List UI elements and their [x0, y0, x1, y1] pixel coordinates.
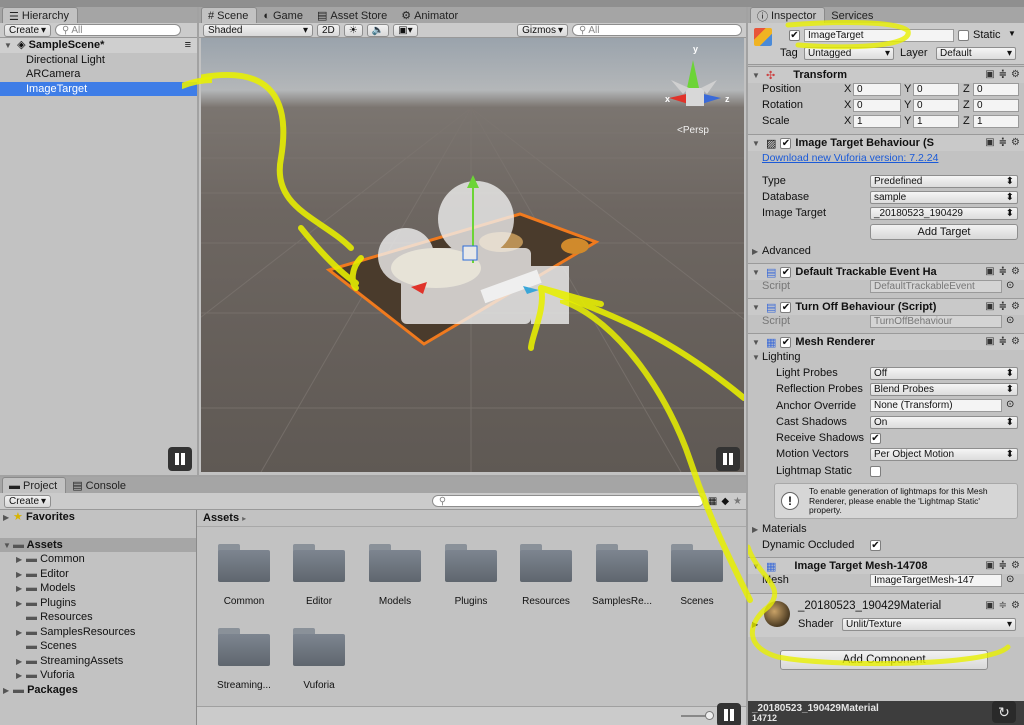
hierarchy-create-button[interactable]: Create ▾ [4, 23, 52, 37]
foldout-closed-icon: ▶ [3, 685, 10, 695]
animator-icon: ⚙ [401, 10, 412, 22]
icon-size-slider-thumb[interactable] [705, 711, 714, 720]
folder-icon: ▬ [13, 683, 24, 696]
folder-icon: ▬ [13, 538, 24, 551]
hierarchy-panel: ☰ Hierarchy Create ▾ ⚲ All ▼ ◈ SampleScene… [0, 7, 197, 475]
folder-icon: ▬ [26, 582, 37, 594]
axis-z-label: z [725, 94, 730, 104]
inspector-annotations [748, 20, 1011, 667]
folder-plugins-icon[interactable] [445, 544, 497, 582]
tree-item[interactable]: ▶ ▬ Plugins [0, 596, 196, 611]
target-texture-plate-3 [561, 238, 589, 254]
scene-row[interactable]: ▼ ◈ SampleScene* ≡ [0, 38, 197, 53]
project-pause-icon[interactable] [717, 703, 741, 725]
chevron-down-icon: ▾ [41, 495, 47, 507]
foldout-closed-icon: ▶ [3, 513, 10, 522]
foldout-open-icon: ▼ [4, 41, 12, 50]
folder-streamingassets-icon[interactable] [218, 628, 270, 666]
hierarchy-pause-icon[interactable] [168, 447, 192, 471]
folder-icon: ▬ [26, 654, 37, 667]
tab-animator[interactable]: ⚙ Animator [395, 7, 466, 23]
tree-assets[interactable]: ▼ ▬ Assets [0, 537, 196, 552]
hierarchy-item-arcamera[interactable]: ARCamera [0, 67, 197, 82]
annotation-arrow-long [560, 300, 753, 603]
tree-item[interactable]: ▶ ▬ Common [0, 552, 196, 567]
grid-icon: # [208, 10, 215, 22]
search-icon: ⚲ [579, 24, 587, 36]
folder-label: Streaming... [217, 680, 271, 691]
lighting-toggle-icon[interactable]: ☀ [343, 23, 363, 37]
tab-asset-store[interactable]: ▤ Asset Store [311, 7, 395, 23]
folder-editor-icon[interactable] [293, 544, 345, 582]
hierarchy-toolbar: Create ▾ ⚲ All [0, 23, 197, 38]
assets-breadcrumb[interactable]: Assets ▸ [203, 512, 246, 524]
folder-icon: ▬ [26, 625, 37, 638]
gamepad-icon: ◐ [263, 9, 270, 22]
tab-game[interactable]: ◐ Game [257, 7, 311, 23]
scene-search-input[interactable]: ⚲ All [572, 24, 742, 36]
folder-icon: ▬ [9, 480, 20, 492]
axis-x-label: x [665, 94, 670, 104]
tab-hierarchy[interactable]: ☰ Hierarchy [2, 7, 78, 23]
move-handle-center[interactable] [462, 245, 478, 261]
tree-item[interactable]: ▶ ▬ SamplesResources [0, 625, 196, 640]
gizmos-dropdown[interactable]: Gizmos ▾ [517, 23, 568, 37]
scene-toolbar: Shaded ▾ 2D ☀ 🔈 ▣▾ Gizmos ▾ ⚲ All [199, 23, 746, 38]
folder-icon: ▬ [26, 611, 37, 623]
project-create-button[interactable]: Create ▾ [4, 494, 52, 508]
annotation-arrow-start [182, 77, 212, 89]
foldout-open-icon: ▼ [3, 540, 11, 550]
2d-toggle[interactable]: 2D [317, 23, 340, 37]
axis-y-label: y [693, 44, 698, 54]
folder-icon: ▬ [26, 669, 37, 681]
search-icon: ⚲ [438, 495, 447, 507]
hierarchy-item-imagetarget[interactable]: ImageTarget [0, 81, 197, 96]
folder-label: Models [378, 596, 412, 607]
tree-packages[interactable]: ▶ ▬ Packages [0, 683, 196, 698]
tree-favorites[interactable]: ▶ ★ Favorites [0, 510, 196, 525]
chevron-down-icon: ▾ [41, 24, 47, 36]
tree-item[interactable]: ▶ ▬ StreamingAssets [0, 654, 196, 669]
folder-icon: ▬ [26, 640, 37, 652]
chevron-down-icon: ▾ [302, 24, 308, 36]
orientation-gizmo[interactable] [669, 60, 721, 106]
tree-item[interactable]: ▶ ▬ Models [0, 581, 196, 596]
project-tree: ▶ ★ Favorites ▼ ▬ Assets ▶ ▬ Common ▶ ▬ Edit… [0, 510, 196, 725]
folder-vuforia-icon[interactable] [293, 628, 345, 666]
effects-toggle-icon[interactable]: ▣▾ [393, 23, 418, 37]
folder-label: Common [223, 596, 265, 607]
folder-models-icon[interactable] [369, 544, 421, 582]
persp-label[interactable]: <Persp [677, 125, 709, 136]
folder-common-icon[interactable] [218, 544, 270, 582]
tab-project[interactable]: ▬ Project [2, 477, 67, 493]
folder-label: Plugins [454, 596, 488, 607]
folder-icon: ▬ [26, 596, 37, 609]
audio-toggle-icon[interactable]: 🔈 [366, 23, 390, 37]
tree-item[interactable]: ▬ Scenes [0, 639, 196, 654]
folder-label: Editor [305, 596, 333, 607]
folder-icon: ▬ [26, 553, 37, 565]
search-icon: ⚲ [62, 24, 70, 36]
star-icon: ★ [13, 511, 23, 523]
tree-item[interactable]: ▬ Resources [0, 610, 196, 625]
window-top-strip [0, 0, 1024, 7]
hierarchy-search-input[interactable]: ⚲ All [55, 24, 182, 36]
tree-item[interactable]: ▶ ▬ Editor [0, 567, 196, 582]
folder-icon: ▬ [26, 567, 37, 580]
store-icon: ▤ [316, 10, 328, 22]
folder-label: Vuforia [303, 680, 335, 691]
shading-mode-dropdown[interactable]: Shaded ▾ [203, 23, 313, 37]
tab-console[interactable]: ▤ Console [66, 477, 134, 493]
hierarchy-icon: ☰ [9, 10, 19, 23]
tab-scene[interactable]: # Scene [201, 7, 258, 23]
unity-scene-icon: ◈ [17, 39, 26, 51]
tree-item[interactable]: ▶ ▬ Vuforia [0, 668, 196, 683]
inspector-panel: ⓘ Inspector Services ✔ ImageTarget Static… [748, 7, 1024, 725]
hierarchy-item-directional-light[interactable]: Directional Light [0, 53, 197, 68]
console-icon: ▤ [72, 480, 83, 492]
chevron-down-icon: ▾ [557, 24, 563, 36]
scene-menu-icon[interactable]: ≡ [185, 38, 191, 53]
